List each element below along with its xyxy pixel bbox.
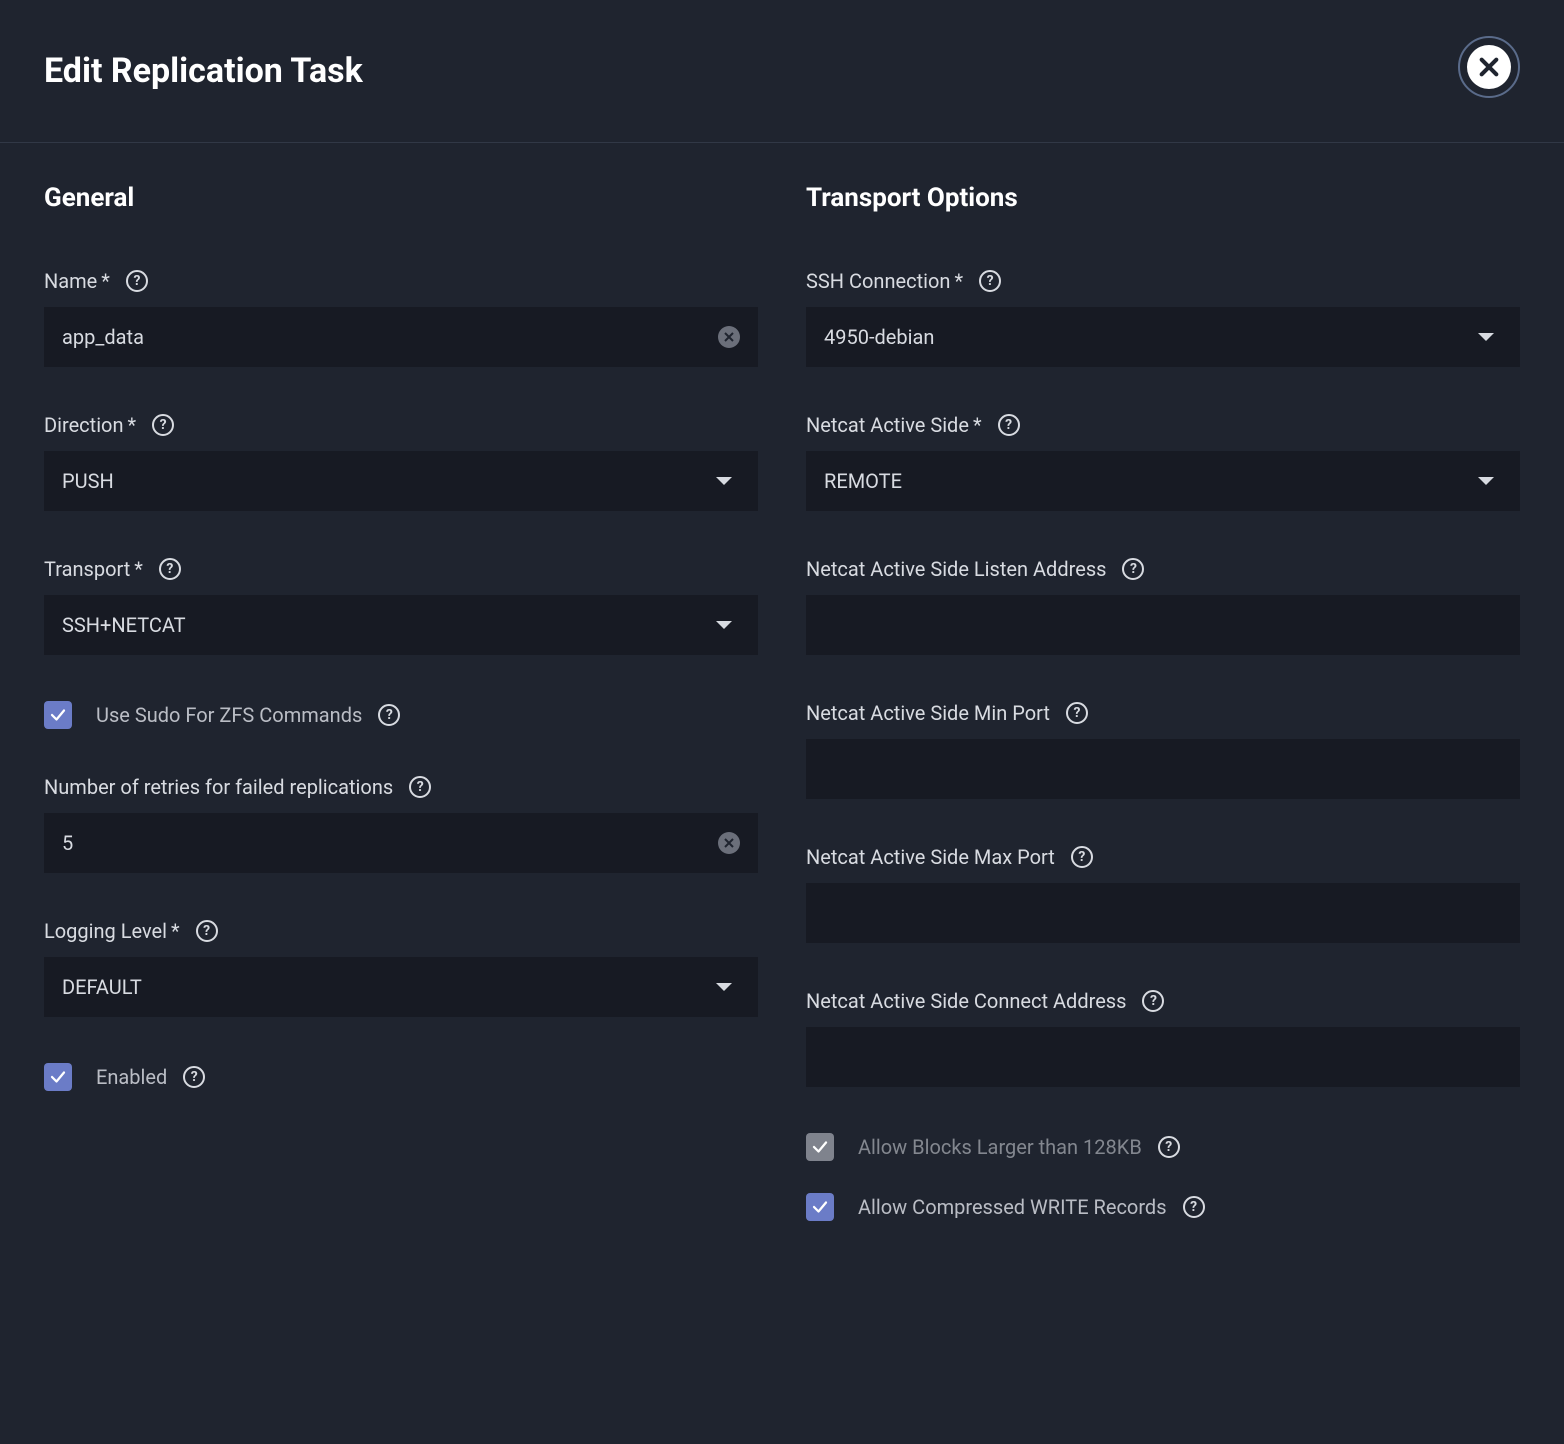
help-icon[interactable]: ? [183,1066,205,1088]
use-sudo-label: Use Sudo For ZFS Commands [96,703,362,727]
allow-compressed-label: Allow Compressed WRITE Records [858,1195,1167,1219]
help-icon[interactable]: ? [1066,702,1088,724]
min-port-label: Netcat Active Side Min Port [806,701,1050,725]
required-asterisk: * [128,413,137,437]
close-button[interactable] [1458,36,1520,98]
required-asterisk: * [134,557,143,581]
required-asterisk: * [954,269,963,293]
help-icon[interactable]: ? [1071,846,1093,868]
enabled-checkbox[interactable] [44,1063,72,1091]
listen-address-field: Netcat Active Side Listen Address ? [806,557,1520,655]
direction-select[interactable]: PUSH [44,451,758,511]
transport-options-heading: Transport Options [806,183,1520,213]
chevron-down-icon [716,477,732,485]
enabled-row: Enabled ? [44,1063,758,1091]
ssh-connection-label: SSH Connection [806,269,950,293]
logging-field: Logging Level * ? DEFAULT [44,919,758,1017]
retries-field: Number of retries for failed replication… [44,775,758,873]
dialog-header: Edit Replication Task [0,0,1564,143]
required-asterisk: * [973,413,982,437]
help-icon[interactable]: ? [409,776,431,798]
max-port-field: Netcat Active Side Max Port ? [806,845,1520,943]
chevron-down-icon [1478,477,1494,485]
help-icon[interactable]: ? [196,920,218,942]
dialog-title: Edit Replication Task [44,51,363,91]
name-input[interactable]: app_data [44,307,758,367]
help-icon[interactable]: ? [378,704,400,726]
transport-options-section: Transport Options SSH Connection * ? 495… [806,183,1520,1221]
direction-label: Direction [44,413,124,437]
help-icon[interactable]: ? [998,414,1020,436]
required-asterisk: * [101,269,110,293]
allow-large-blocks-label: Allow Blocks Larger than 128KB [858,1135,1142,1159]
allow-compressed-row: Allow Compressed WRITE Records ? [806,1193,1520,1221]
help-icon[interactable]: ? [1183,1196,1205,1218]
netcat-active-side-field: Netcat Active Side * ? REMOTE [806,413,1520,511]
clear-icon[interactable] [718,832,740,854]
chevron-down-icon [716,983,732,991]
netcat-active-side-label: Netcat Active Side [806,413,969,437]
max-port-label: Netcat Active Side Max Port [806,845,1055,869]
allow-large-blocks-checkbox [806,1133,834,1161]
help-icon[interactable]: ? [126,270,148,292]
clear-icon[interactable] [718,326,740,348]
min-port-field: Netcat Active Side Min Port ? [806,701,1520,799]
help-icon[interactable]: ? [152,414,174,436]
connect-address-field: Netcat Active Side Connect Address ? [806,989,1520,1087]
transport-field: Transport * ? SSH+NETCAT [44,557,758,655]
chevron-down-icon [1478,333,1494,341]
enabled-label: Enabled [96,1065,167,1089]
use-sudo-checkbox[interactable] [44,701,72,729]
help-icon[interactable]: ? [1158,1136,1180,1158]
retries-input[interactable]: 5 [44,813,758,873]
transport-select[interactable]: SSH+NETCAT [44,595,758,655]
help-icon[interactable]: ? [1122,558,1144,580]
required-asterisk: * [171,919,180,943]
allow-large-blocks-row: Allow Blocks Larger than 128KB ? [806,1133,1520,1161]
general-heading: General [44,183,758,213]
netcat-active-side-select[interactable]: REMOTE [806,451,1520,511]
name-label: Name [44,269,97,293]
logging-select[interactable]: DEFAULT [44,957,758,1017]
transport-label: Transport [44,557,130,581]
direction-field: Direction * ? PUSH [44,413,758,511]
help-icon[interactable]: ? [159,558,181,580]
ssh-connection-select[interactable]: 4950-debian [806,307,1520,367]
allow-compressed-checkbox[interactable] [806,1193,834,1221]
connect-address-label: Netcat Active Side Connect Address [806,989,1126,1013]
connect-address-input[interactable] [806,1027,1520,1087]
help-icon[interactable]: ? [1142,990,1164,1012]
close-icon [1467,45,1511,89]
chevron-down-icon [716,621,732,629]
retries-label: Number of retries for failed replication… [44,775,393,799]
max-port-input[interactable] [806,883,1520,943]
listen-address-label: Netcat Active Side Listen Address [806,557,1106,581]
ssh-connection-field: SSH Connection * ? 4950-debian [806,269,1520,367]
name-field: Name * ? app_data [44,269,758,367]
logging-label: Logging Level [44,919,167,943]
general-section: General Name * ? app_data Direction * ? [44,183,758,1221]
help-icon[interactable]: ? [979,270,1001,292]
use-sudo-row: Use Sudo For ZFS Commands ? [44,701,758,729]
listen-address-input[interactable] [806,595,1520,655]
min-port-input[interactable] [806,739,1520,799]
